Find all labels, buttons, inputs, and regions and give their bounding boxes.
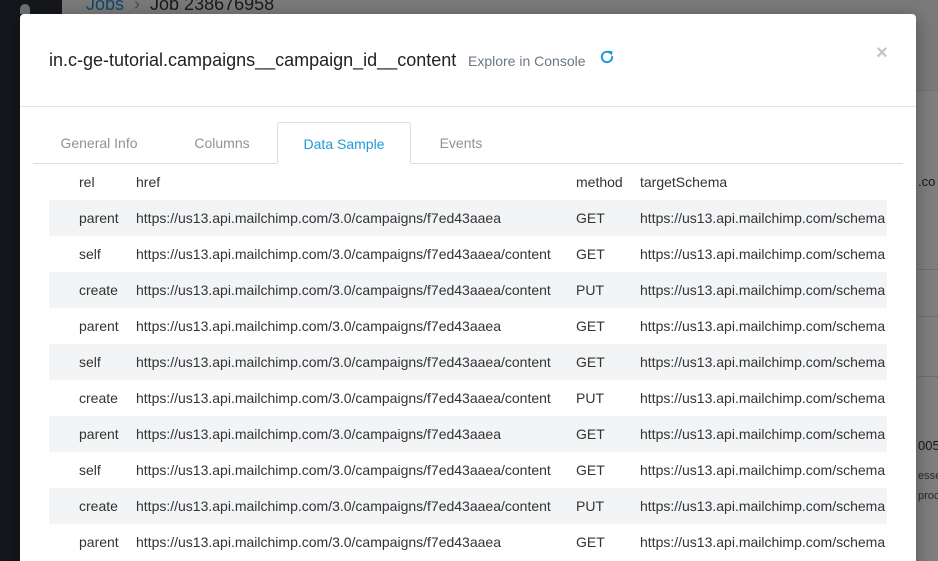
column-header-rel: rel <box>79 174 95 190</box>
cell-target-schema: https://us13.api.mailchimp.com/schema <box>640 534 886 550</box>
cell-method: GET <box>576 246 605 262</box>
cell-target-schema: https://us13.api.mailchimp.com/schema <box>640 318 886 334</box>
modal-header: in.c-ge-tutorial.campaigns__campaign_id_… <box>20 14 916 107</box>
cell-target-schema: https://us13.api.mailchimp.com/schema <box>640 416 887 452</box>
tab-general-info[interactable]: General Info <box>33 122 165 163</box>
tab-data-sample[interactable]: Data Sample <box>277 122 411 164</box>
column-header-target-schema: targetSchema <box>640 174 728 190</box>
cell-href: https://us13.api.mailchimp.com/3.0/campa… <box>136 246 551 262</box>
cell-rel: self <box>49 344 136 380</box>
cell-rel: create <box>79 390 118 406</box>
cell-href: https://us13.api.mailchimp.com/3.0/campa… <box>136 318 501 334</box>
cell-method: GET <box>576 534 605 550</box>
data-sample-table: rel href method targetSchema parent http… <box>49 164 887 560</box>
cell-href: https://us13.api.mailchimp.com/3.0/campa… <box>136 200 576 236</box>
table-row: create https://us13.api.mailchimp.com/3.… <box>49 272 887 308</box>
table-row: parent https://us13.api.mailchimp.com/3.… <box>49 200 887 236</box>
cell-method: GET <box>576 200 640 236</box>
modal-title: in.c-ge-tutorial.campaigns__campaign_id_… <box>49 50 457 70</box>
explore-in-console-link[interactable]: Explore in Console <box>468 53 586 69</box>
cell-target-schema: https://us13.api.mailchimp.com/schema <box>640 344 887 380</box>
cell-method: PUT <box>576 272 640 308</box>
refresh-icon[interactable] <box>598 48 616 66</box>
cell-rel: create <box>49 272 136 308</box>
cell-method: GET <box>576 318 605 334</box>
cell-target-schema: https://us13.api.mailchimp.com/schema <box>640 488 887 524</box>
cell-href: https://us13.api.mailchimp.com/3.0/campa… <box>136 390 551 406</box>
table-row: parent https://us13.api.mailchimp.com/3.… <box>49 416 887 452</box>
cell-rel: parent <box>49 200 136 236</box>
table-row: parent https://us13.api.mailchimp.com/3.… <box>49 308 887 344</box>
tab-bar: General Info Columns Data Sample Events <box>33 122 903 164</box>
cell-href: https://us13.api.mailchimp.com/3.0/campa… <box>136 462 551 478</box>
cell-href: https://us13.api.mailchimp.com/3.0/campa… <box>136 534 501 550</box>
cell-rel: parent <box>79 534 119 550</box>
cell-href: https://us13.api.mailchimp.com/3.0/campa… <box>136 488 576 524</box>
cell-target-schema: https://us13.api.mailchimp.com/schema <box>640 390 886 406</box>
tab-columns[interactable]: Columns <box>167 122 277 163</box>
cell-method: GET <box>576 416 640 452</box>
close-button[interactable]: × <box>872 41 892 65</box>
cell-rel: self <box>79 246 101 262</box>
table-row: self https://us13.api.mailchimp.com/3.0/… <box>49 236 887 272</box>
cell-rel: self <box>79 462 101 478</box>
cell-href: https://us13.api.mailchimp.com/3.0/campa… <box>136 272 576 308</box>
cell-href: https://us13.api.mailchimp.com/3.0/campa… <box>136 416 576 452</box>
table-row: self https://us13.api.mailchimp.com/3.0/… <box>49 344 887 380</box>
cell-rel: parent <box>79 318 119 334</box>
cell-target-schema: https://us13.api.mailchimp.com/schema <box>640 246 886 262</box>
cell-method: PUT <box>576 390 604 406</box>
column-header-method: method <box>576 174 623 190</box>
cell-method: GET <box>576 344 640 380</box>
cell-target-schema: https://us13.api.mailchimp.com/schema <box>640 462 886 478</box>
cell-target-schema: https://us13.api.mailchimp.com/schema <box>640 272 887 308</box>
table-row: create https://us13.api.mailchimp.com/3.… <box>49 488 887 524</box>
cell-rel: create <box>49 488 136 524</box>
table-detail-modal: in.c-ge-tutorial.campaigns__campaign_id_… <box>20 14 916 561</box>
table-header-row: rel href method targetSchema <box>49 164 887 200</box>
table-row: parent https://us13.api.mailchimp.com/3.… <box>49 524 887 560</box>
column-header-href: href <box>136 174 161 190</box>
cell-method: PUT <box>576 488 640 524</box>
cell-target-schema: https://us13.api.mailchimp.com/schema <box>640 200 887 236</box>
table-row: self https://us13.api.mailchimp.com/3.0/… <box>49 452 887 488</box>
tab-events[interactable]: Events <box>411 122 511 163</box>
cell-rel: parent <box>49 416 136 452</box>
table-row: create https://us13.api.mailchimp.com/3.… <box>49 380 887 416</box>
cell-href: https://us13.api.mailchimp.com/3.0/campa… <box>136 344 576 380</box>
cell-method: GET <box>576 462 605 478</box>
data-sample-table-container[interactable]: rel href method targetSchema parent http… <box>49 164 887 561</box>
